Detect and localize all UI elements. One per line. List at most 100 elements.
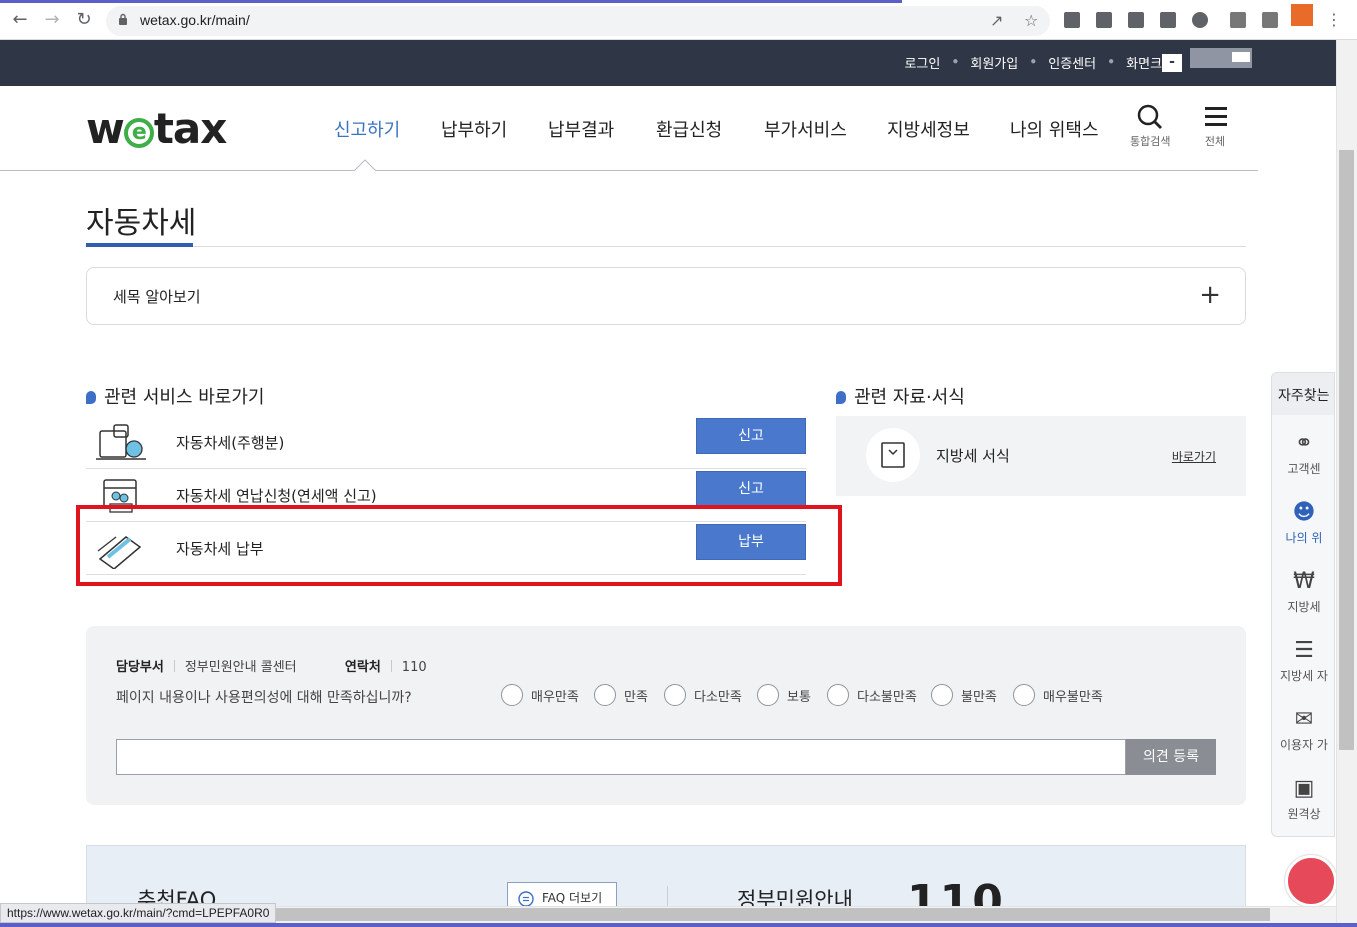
- unified-search-button[interactable]: 통합검색: [1130, 104, 1170, 149]
- highlight-box: [76, 505, 842, 586]
- radio-label: 매우불만족: [1043, 689, 1103, 705]
- lock-icon: [119, 13, 127, 25]
- service-name: 자동차세 연납신청(연세액 신고): [176, 487, 377, 505]
- logo-e-icon: e: [123, 118, 154, 148]
- browser-toolbar: ← → ↻ wetax.go.kr/main/ ↗ ☆ ⋮: [0, 0, 1357, 40]
- extension-icon[interactable]: [1262, 12, 1278, 28]
- quick-item-local-tax-list[interactable]: ☰ 지방세 자: [1272, 638, 1334, 684]
- quick-item-my-wetax[interactable]: ☻ 나의 위: [1272, 500, 1334, 546]
- login-link[interactable]: 로그인: [892, 53, 952, 72]
- signup-link[interactable]: 회원가입: [958, 53, 1030, 72]
- chat-icon: ✉: [1294, 707, 1314, 732]
- quick-item-user-guide[interactable]: ✉ 이용자 가: [1272, 707, 1334, 753]
- radio-somewhat-dissatisfied[interactable]: 다소불만족: [827, 684, 917, 706]
- submit-opinion-button[interactable]: 의견 등록: [1126, 739, 1216, 775]
- active-menu-caret-icon: [354, 159, 376, 172]
- radio-very-satisfied[interactable]: 매우만족: [501, 684, 579, 706]
- wetax-logo[interactable]: w e tax: [86, 104, 227, 153]
- radio-circle[interactable]: [931, 684, 953, 706]
- extension-icon[interactable]: [1160, 12, 1176, 28]
- radio-very-dissatisfied[interactable]: 매우불만족: [1013, 684, 1103, 706]
- zoom-in-button[interactable]: [1232, 52, 1250, 62]
- radio-label: 다소만족: [694, 689, 742, 705]
- form-icon-circle: [866, 428, 920, 482]
- file-report-button[interactable]: 신고: [696, 418, 806, 454]
- gnb-local-tax-info[interactable]: 지방세정보: [887, 116, 970, 142]
- quick-item-remote-support[interactable]: ▣ 원격상: [1272, 776, 1334, 822]
- gnb-payment-result[interactable]: 납부결과: [548, 116, 614, 142]
- contact-label: 연락처: [344, 660, 381, 675]
- gnb-refund[interactable]: 환급신청: [656, 116, 722, 142]
- radio-neutral[interactable]: 보통: [757, 684, 811, 706]
- quick-item-label: 이용자 가: [1280, 738, 1328, 752]
- gnb-extra-services[interactable]: 부가서비스: [764, 116, 847, 142]
- extension-icon[interactable]: [1230, 12, 1246, 28]
- related-forms-heading: 관련 자료·서식: [836, 383, 965, 409]
- satisfaction-survey: 담당부서 정부민원안내 콜센터 연락처 110 페이지 내용이나 사용편의성에 대해…: [86, 626, 1246, 805]
- tax-info-accordion[interactable]: 세목 알아보기 +: [86, 267, 1246, 325]
- extension-icon[interactable]: [1096, 12, 1112, 28]
- all-menu-button[interactable]: 전체: [1202, 104, 1228, 149]
- radio-circle[interactable]: [1013, 684, 1035, 706]
- utility-bar: 로그인 ● 회원가입 ● 인증센터 ● 화면크기 -: [0, 40, 1336, 86]
- radio-satisfied[interactable]: 만족: [594, 684, 648, 706]
- extension-icon[interactable]: [1128, 12, 1144, 28]
- extension-icon[interactable]: [1064, 12, 1080, 28]
- service-row: 자동차세(주행분) 신고: [86, 416, 806, 469]
- quick-item-local-tax[interactable]: ₩ 지방세: [1272, 569, 1334, 615]
- profile-icon[interactable]: [1291, 4, 1313, 26]
- opinion-input[interactable]: [116, 739, 1126, 775]
- related-services-title: 관련 서비스 바로가기: [104, 387, 265, 408]
- document-box-icon: [881, 442, 905, 468]
- title-underline: [86, 243, 193, 247]
- dept-value: 정부민원안내 콜센터: [184, 660, 297, 675]
- share-icon[interactable]: ↗: [990, 11, 1003, 30]
- site-header: w e tax 신고하기 납부하기 납부결과 환급신청 부가서비스 지방세정보 나의…: [0, 86, 1258, 171]
- radio-circle[interactable]: [501, 684, 523, 706]
- radio-circle[interactable]: [827, 684, 849, 706]
- expand-plus-icon[interactable]: +: [1199, 282, 1221, 308]
- gnb-file-report[interactable]: 신고하기: [334, 116, 400, 142]
- address-bar[interactable]: wetax.go.kr/main/ ↗ ☆: [106, 6, 1050, 36]
- related-forms-title: 관련 자료·서식: [854, 387, 965, 408]
- gnb-payment[interactable]: 납부하기: [441, 116, 507, 142]
- go-link[interactable]: 바로가기: [1172, 448, 1216, 465]
- section-bullet-icon: [836, 391, 846, 404]
- extension-icon[interactable]: [1192, 12, 1208, 28]
- file-report-button[interactable]: 신고: [696, 471, 806, 507]
- zoom-out-button[interactable]: -: [1162, 54, 1182, 72]
- radio-dissatisfied[interactable]: 불만족: [931, 684, 997, 706]
- address-url[interactable]: wetax.go.kr/main/: [140, 12, 250, 28]
- browser-menu-icon[interactable]: ⋮: [1324, 10, 1344, 30]
- unified-search-label: 통합검색: [1130, 135, 1171, 148]
- quick-item-label: 나의 위: [1285, 531, 1323, 545]
- hamburger-menu-icon: [1205, 107, 1227, 126]
- chat-bubble-icon: [518, 891, 534, 907]
- back-icon[interactable]: ←: [10, 10, 30, 30]
- radio-circle[interactable]: [594, 684, 616, 706]
- radio-circle[interactable]: [757, 684, 779, 706]
- quick-menu-title: 자주찾는: [1272, 373, 1334, 415]
- search-icon: [1137, 104, 1163, 129]
- service-name: 자동차세(주행분): [176, 434, 285, 452]
- related-services-heading: 관련 서비스 바로가기: [86, 383, 264, 409]
- form-name: 지방세 서식: [936, 447, 1010, 465]
- quick-item-customer-center[interactable]: ⚭ 고객센: [1272, 431, 1334, 477]
- forward-icon[interactable]: →: [42, 10, 62, 30]
- reload-icon[interactable]: ↻: [74, 10, 94, 30]
- accordion-label: 세목 알아보기: [113, 288, 201, 306]
- gnb-my-wetax[interactable]: 나의 위택스: [1010, 116, 1099, 142]
- browser-tab-strip-edge: [0, 0, 902, 3]
- person-icon: ☻: [1292, 500, 1316, 525]
- utility-links: 로그인 ● 회원가입 ● 인증센터 ● 화면크기: [892, 53, 1186, 72]
- form-card: 지방세 서식 바로가기: [836, 416, 1246, 496]
- contact-info: 담당부서 정부민원안내 콜센터 연락처 110: [116, 656, 427, 675]
- radio-label: 매우만족: [531, 689, 579, 705]
- radio-circle[interactable]: [664, 684, 686, 706]
- bookmark-star-icon[interactable]: ☆: [1024, 11, 1038, 30]
- cert-center-link[interactable]: 인증센터: [1036, 53, 1108, 72]
- vertical-scroll-thumb[interactable]: [1339, 150, 1354, 750]
- mascot-chatbot-icon[interactable]: [1285, 855, 1337, 907]
- link-status-bar: https://www.wetax.go.kr/main/?cmd=LPEPFA…: [0, 903, 277, 923]
- radio-somewhat-satisfied[interactable]: 다소만족: [664, 684, 742, 706]
